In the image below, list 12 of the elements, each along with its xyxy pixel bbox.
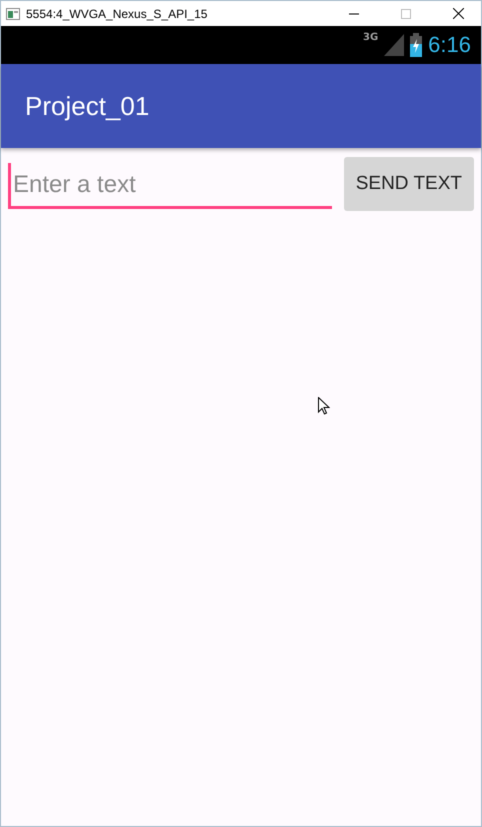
mouse-pointer-icon [318, 397, 330, 415]
text-input-field[interactable]: Enter a text [8, 163, 332, 209]
app-title: Project_01 [25, 90, 150, 122]
maximize-icon [401, 8, 411, 18]
send-button[interactable]: SEND TEXT [344, 157, 474, 211]
clock: 6:16 [428, 32, 471, 58]
network-type: 3G [363, 32, 378, 43]
close-icon [452, 8, 464, 19]
signal-icon [384, 34, 404, 56]
window-title: 5554:4_WVGA_Nexus_S_API_15 [26, 6, 208, 20]
battery-icon [410, 33, 422, 57]
app-icon [6, 8, 20, 20]
